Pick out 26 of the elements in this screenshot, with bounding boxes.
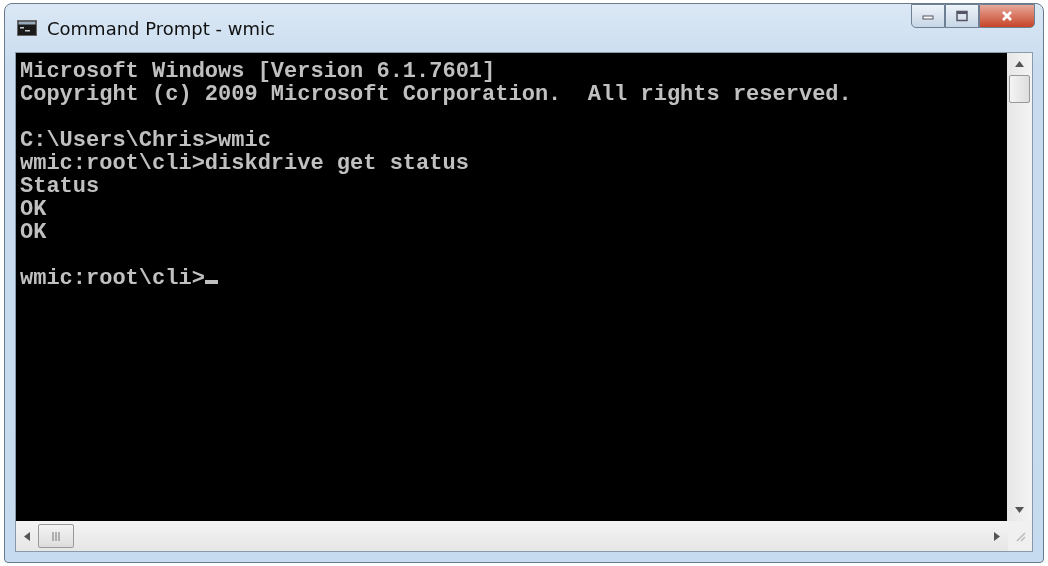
scroll-right-icon bbox=[994, 531, 1000, 541]
scrollbar-thumb[interactable] bbox=[1009, 75, 1030, 103]
console-line: C:\Users\Chris>wmic bbox=[20, 128, 271, 153]
console-output[interactable]: Microsoft Windows [Version 6.1.7601] Copyright (c) 2009 Microsoft Corporation. All rights reserved. C:\Users\Chris>wmic wmic:root\cli>diskdrive get status Status OK OK wmic:root\cli> bbox=[16, 53, 1007, 521]
vertical-scrollbar[interactable] bbox=[1007, 53, 1032, 521]
resize-grip-icon bbox=[1014, 530, 1026, 542]
maximize-button[interactable] bbox=[945, 4, 979, 28]
console-line: wmic:root\cli> bbox=[20, 266, 205, 291]
console-app-icon bbox=[17, 20, 37, 36]
close-button[interactable] bbox=[979, 4, 1035, 28]
console-line: wmic:root\cli>diskdrive get status bbox=[20, 151, 469, 176]
console-line: Microsoft Windows [Version 6.1.7601] bbox=[20, 59, 496, 84]
horizontal-scrollbar[interactable] bbox=[16, 521, 1008, 551]
console-line: Copyright (c) 2009 Microsoft Corporation. All rights reserved. bbox=[20, 82, 852, 107]
scroll-down-icon bbox=[1015, 507, 1024, 513]
close-icon bbox=[1000, 10, 1014, 22]
console-line: OK bbox=[20, 197, 47, 222]
console-line: Status bbox=[20, 174, 100, 199]
console-line: OK bbox=[20, 220, 47, 245]
scroll-up-icon bbox=[1015, 61, 1024, 67]
minimize-button[interactable] bbox=[911, 4, 945, 28]
grip-icon bbox=[51, 531, 61, 541]
scroll-left-icon bbox=[24, 531, 30, 541]
maximize-icon bbox=[955, 10, 969, 22]
scrollbar-thumb[interactable] bbox=[38, 524, 74, 548]
window-title: Command Prompt - wmic bbox=[47, 17, 275, 39]
